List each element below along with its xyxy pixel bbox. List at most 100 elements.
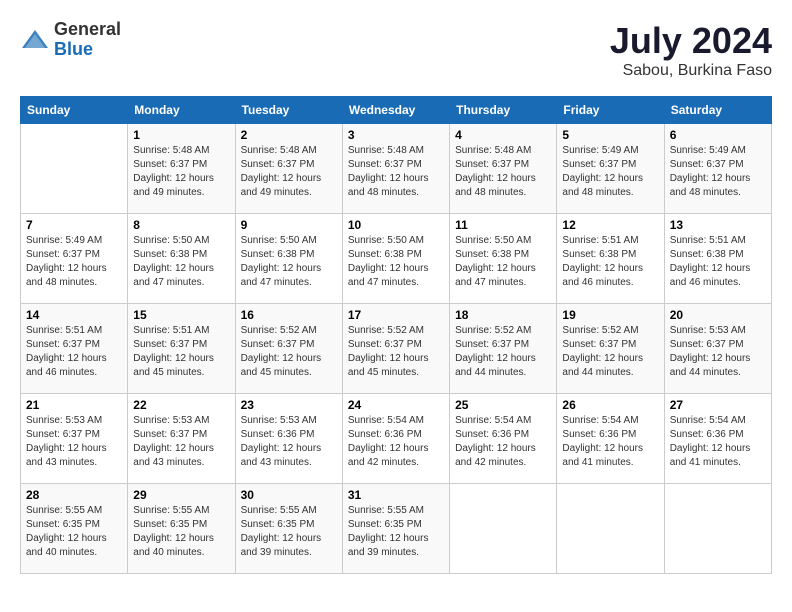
weekday-header: Wednesday (342, 97, 449, 124)
day-number: 31 (348, 488, 444, 502)
calendar-cell: 25Sunrise: 5:54 AMSunset: 6:36 PMDayligh… (450, 394, 557, 484)
weekday-header: Friday (557, 97, 664, 124)
day-number: 20 (670, 308, 766, 322)
calendar-week-row: 21 Sunrise: 5:53 AMSunset: 6:37 PMDayligh… (21, 394, 772, 484)
calendar-cell: 20Sunrise: 5:53 AMSunset: 6:37 PMDayligh… (664, 304, 771, 394)
calendar-cell: 27 Sunrise: 5:54 AMSunset: 6:36 PMDayligh… (664, 394, 771, 484)
calendar-cell: 13 Sunrise: 5:51 AMSunset: 6:38 PMDayligh… (664, 214, 771, 304)
calendar-cell: 15 Sunrise: 5:51 AMSunset: 6:37 PMDayligh… (128, 304, 235, 394)
calendar-cell: 24Sunrise: 5:54 AMSunset: 6:36 PMDayligh… (342, 394, 449, 484)
day-number: 24 (348, 398, 444, 412)
calendar-cell: 21 Sunrise: 5:53 AMSunset: 6:37 PMDayligh… (21, 394, 128, 484)
day-number: 29 (133, 488, 229, 502)
day-number: 16 (241, 308, 337, 322)
day-info: Sunrise: 5:48 AMSunset: 6:37 PMDaylight:… (348, 144, 444, 200)
day-number: 2 (241, 128, 337, 142)
calendar-cell: 8 Sunrise: 5:50 AMSunset: 6:38 PMDaylight… (128, 214, 235, 304)
calendar-cell: 16 Sunrise: 5:52 AMSunset: 6:37 PMDayligh… (235, 304, 342, 394)
calendar-cell: 14 Sunrise: 5:51 AMSunset: 6:37 PMDayligh… (21, 304, 128, 394)
day-info: Sunrise: 5:50 AMSunset: 6:38 PMDaylight:… (133, 234, 229, 290)
calendar-cell: 7 Sunrise: 5:49 AMSunset: 6:37 PMDaylight… (21, 214, 128, 304)
weekday-header: Sunday (21, 97, 128, 124)
day-number: 17 (348, 308, 444, 322)
day-info: Sunrise: 5:48 AMSunset: 6:37 PMDaylight:… (455, 144, 551, 200)
day-info: Sunrise: 5:49 AMSunset: 6:37 PMDaylight:… (562, 144, 658, 200)
calendar-cell: 1Sunrise: 5:48 AMSunset: 6:37 PMDaylight… (128, 124, 235, 214)
calendar-cell: 6Sunrise: 5:49 AMSunset: 6:37 PMDaylight… (664, 124, 771, 214)
day-number: 26 (562, 398, 658, 412)
calendar-cell: 4 Sunrise: 5:48 AMSunset: 6:37 PMDaylight… (450, 124, 557, 214)
day-info: Sunrise: 5:53 AMSunset: 6:37 PMDaylight:… (133, 414, 229, 470)
calendar-cell: 31 Sunrise: 5:55 AMSunset: 6:35 PMDayligh… (342, 484, 449, 574)
day-info: Sunrise: 5:48 AMSunset: 6:37 PMDaylight:… (241, 144, 337, 200)
calendar-cell (664, 484, 771, 574)
day-info: Sunrise: 5:48 AMSunset: 6:37 PMDaylight:… (133, 144, 229, 200)
day-info: Sunrise: 5:51 AMSunset: 6:37 PMDaylight:… (133, 324, 229, 380)
day-number: 22 (133, 398, 229, 412)
logo-general: General (54, 19, 121, 39)
day-info: Sunrise: 5:53 AMSunset: 6:36 PMDaylight:… (241, 414, 337, 470)
calendar-cell: 12 Sunrise: 5:51 AMSunset: 6:38 PMDayligh… (557, 214, 664, 304)
calendar-cell: 5 Sunrise: 5:49 AMSunset: 6:37 PMDaylight… (557, 124, 664, 214)
day-info: Sunrise: 5:52 AMSunset: 6:37 PMDaylight:… (562, 324, 658, 380)
day-number: 30 (241, 488, 337, 502)
day-number: 9 (241, 218, 337, 232)
day-number: 8 (133, 218, 229, 232)
calendar-week-row: 14 Sunrise: 5:51 AMSunset: 6:37 PMDayligh… (21, 304, 772, 394)
calendar-cell: 28 Sunrise: 5:55 AMSunset: 6:35 PMDayligh… (21, 484, 128, 574)
calendar-cell: 9 Sunrise: 5:50 AMSunset: 6:38 PMDaylight… (235, 214, 342, 304)
day-info: Sunrise: 5:51 AMSunset: 6:38 PMDaylight:… (562, 234, 658, 290)
day-info: Sunrise: 5:55 AMSunset: 6:35 PMDaylight:… (26, 504, 122, 560)
day-number: 12 (562, 218, 658, 232)
calendar-cell (450, 484, 557, 574)
calendar-cell: 19 Sunrise: 5:52 AMSunset: 6:37 PMDayligh… (557, 304, 664, 394)
day-info: Sunrise: 5:55 AMSunset: 6:35 PMDaylight:… (133, 504, 229, 560)
calendar-week-row: 1Sunrise: 5:48 AMSunset: 6:37 PMDaylight… (21, 124, 772, 214)
calendar-cell: 29 Sunrise: 5:55 AMSunset: 6:35 PMDayligh… (128, 484, 235, 574)
calendar-table: SundayMondayTuesdayWednesdayThursdayFrid… (20, 96, 772, 574)
calendar-week-row: 28 Sunrise: 5:55 AMSunset: 6:35 PMDayligh… (21, 484, 772, 574)
day-info: Sunrise: 5:49 AMSunset: 6:37 PMDaylight:… (670, 144, 766, 200)
day-number: 23 (241, 398, 337, 412)
day-info: Sunrise: 5:55 AMSunset: 6:35 PMDaylight:… (348, 504, 444, 560)
day-info: Sunrise: 5:50 AMSunset: 6:38 PMDaylight:… (241, 234, 337, 290)
weekday-header: Monday (128, 97, 235, 124)
day-number: 27 (670, 398, 766, 412)
day-info: Sunrise: 5:54 AMSunset: 6:36 PMDaylight:… (670, 414, 766, 470)
calendar-cell (21, 124, 128, 214)
day-number: 21 (26, 398, 122, 412)
day-number: 11 (455, 218, 551, 232)
day-number: 25 (455, 398, 551, 412)
day-number: 7 (26, 218, 122, 232)
day-number: 13 (670, 218, 766, 232)
logo: General Blue (20, 20, 121, 60)
day-info: Sunrise: 5:49 AMSunset: 6:37 PMDaylight:… (26, 234, 122, 290)
weekday-header: Saturday (664, 97, 771, 124)
day-info: Sunrise: 5:51 AMSunset: 6:38 PMDaylight:… (670, 234, 766, 290)
calendar-cell: 10Sunrise: 5:50 AMSunset: 6:38 PMDayligh… (342, 214, 449, 304)
calendar-cell: 22 Sunrise: 5:53 AMSunset: 6:37 PMDayligh… (128, 394, 235, 484)
calendar-cell: 11Sunrise: 5:50 AMSunset: 6:38 PMDayligh… (450, 214, 557, 304)
calendar-cell (557, 484, 664, 574)
day-number: 15 (133, 308, 229, 322)
title-block: July 2024 Sabou, Burkina Faso (610, 20, 772, 80)
day-number: 19 (562, 308, 658, 322)
calendar-cell: 3 Sunrise: 5:48 AMSunset: 6:37 PMDaylight… (342, 124, 449, 214)
day-number: 5 (562, 128, 658, 142)
calendar-cell: 18Sunrise: 5:52 AMSunset: 6:37 PMDayligh… (450, 304, 557, 394)
day-info: Sunrise: 5:50 AMSunset: 6:38 PMDaylight:… (348, 234, 444, 290)
day-number: 4 (455, 128, 551, 142)
day-number: 3 (348, 128, 444, 142)
day-info: Sunrise: 5:52 AMSunset: 6:37 PMDaylight:… (348, 324, 444, 380)
day-number: 28 (26, 488, 122, 502)
location-subtitle: Sabou, Burkina Faso (610, 62, 772, 80)
day-info: Sunrise: 5:53 AMSunset: 6:37 PMDaylight:… (26, 414, 122, 470)
day-info: Sunrise: 5:51 AMSunset: 6:37 PMDaylight:… (26, 324, 122, 380)
weekday-header: Thursday (450, 97, 557, 124)
calendar-week-row: 7 Sunrise: 5:49 AMSunset: 6:37 PMDaylight… (21, 214, 772, 304)
logo-text: General Blue (54, 20, 121, 60)
weekday-header: Tuesday (235, 97, 342, 124)
day-number: 14 (26, 308, 122, 322)
day-info: Sunrise: 5:52 AMSunset: 6:37 PMDaylight:… (241, 324, 337, 380)
logo-blue: Blue (54, 39, 93, 59)
